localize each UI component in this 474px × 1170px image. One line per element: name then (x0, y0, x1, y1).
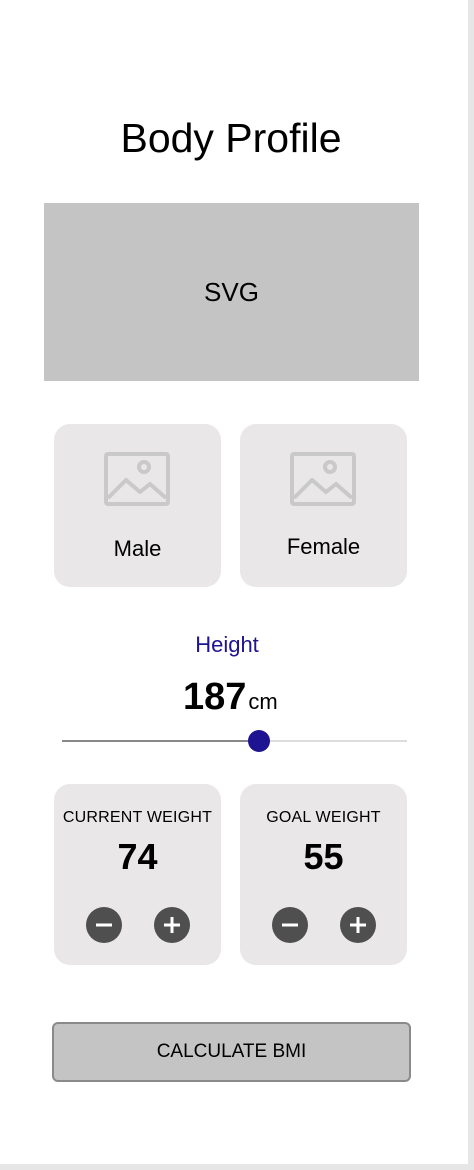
page-title: Body Profile (120, 115, 342, 161)
plus-icon (350, 917, 366, 933)
plus-icon (164, 917, 180, 933)
goal-weight-decrement-button[interactable] (272, 907, 308, 943)
slider-fill (62, 740, 259, 742)
current-weight-value: 74 (117, 836, 158, 877)
current-weight-decrement-button[interactable] (86, 907, 122, 943)
bottom-edge-border (0, 1164, 474, 1170)
gender-label-male: Male (113, 536, 162, 561)
right-edge-border (468, 0, 474, 1170)
minus-icon (96, 923, 112, 927)
height-label: Height (195, 632, 259, 657)
figure-placeholder-label: SVG (204, 276, 259, 307)
image-icon (290, 452, 356, 506)
height-readout: 187cm (183, 676, 278, 719)
minus-icon (282, 923, 298, 927)
goal-weight-value: 55 (303, 836, 344, 877)
height-slider[interactable] (62, 728, 407, 754)
image-icon (104, 452, 170, 506)
height-value: 187 (183, 676, 247, 718)
gender-option-female[interactable]: Female (240, 424, 407, 587)
height-unit: cm (248, 689, 278, 714)
current-weight-increment-button[interactable] (154, 907, 190, 943)
calculate-bmi-button[interactable]: CALCULATE BMI (52, 1022, 411, 1082)
current-weight-card: CURRENT WEIGHT 74 (54, 784, 221, 965)
goal-weight-increment-button[interactable] (340, 907, 376, 943)
slider-thumb[interactable] (247, 730, 270, 752)
gender-option-male[interactable]: Male (54, 424, 221, 587)
figure-placeholder: SVG (44, 203, 419, 381)
current-weight-title: CURRENT WEIGHT (62, 809, 213, 826)
goal-weight-title: GOAL WEIGHT (266, 809, 381, 826)
goal-weight-card: GOAL WEIGHT 55 (240, 784, 407, 965)
calculate-bmi-label: CALCULATE BMI (156, 1041, 307, 1062)
gender-label-female: Female (286, 534, 361, 559)
